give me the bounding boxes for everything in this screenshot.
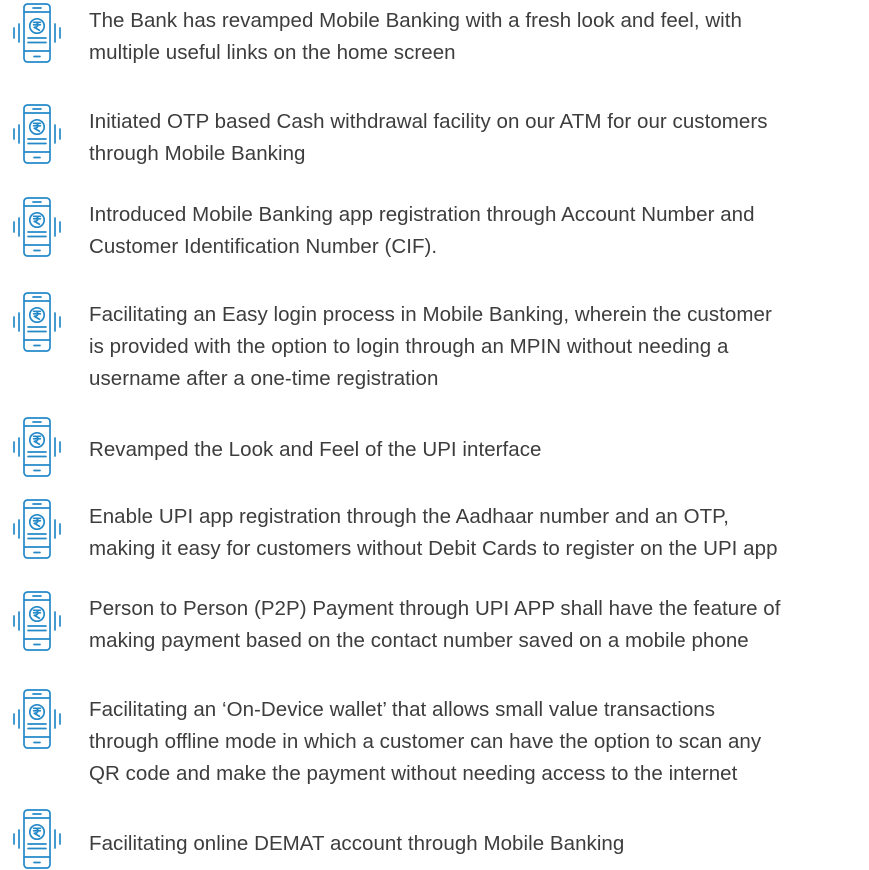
feature-text-line: making it easy for customers without Deb…	[89, 537, 778, 560]
feature-text-line: Facilitating an ‘On-Device wallet’ that …	[89, 698, 716, 721]
feature-text: Facilitating online DEMAT account throug…	[89, 828, 859, 860]
feature-text-line: multiple useful links on the home screen	[89, 41, 456, 64]
mobile-banking-rupee-icon	[10, 103, 64, 165]
feature-text-line: Enable UPI app registration through the …	[89, 505, 729, 528]
feature-text: Revamped the Look and Feel of the UPI in…	[89, 434, 859, 466]
feature-text-line: Introduced Mobile Banking app registrati…	[89, 203, 755, 226]
feature-text: Facilitating an ‘On-Device wallet’ that …	[89, 694, 859, 790]
mobile-banking-rupee-icon	[10, 498, 64, 560]
feature-text: The Bank has revamped Mobile Banking wit…	[89, 5, 859, 69]
mobile-banking-rupee-icon	[10, 590, 64, 652]
feature-text-line: Customer Identification Number (CIF).	[89, 235, 438, 258]
feature-text: Enable UPI app registration through the …	[89, 501, 859, 565]
feature-text: Initiated OTP based Cash withdrawal faci…	[89, 106, 859, 170]
feature-text-line: username after a one-time registration	[89, 367, 439, 390]
mobile-banking-rupee-icon	[10, 416, 64, 478]
feature-list: The Bank has revamped Mobile Banking wit…	[0, 0, 869, 869]
mobile-banking-rupee-icon	[10, 291, 64, 353]
mobile-banking-rupee-icon	[10, 2, 64, 64]
feature-text-line: Facilitating online DEMAT account throug…	[89, 832, 625, 855]
feature-text-line: making payment based on the contact numb…	[89, 629, 749, 652]
feature-text-line: Revamped the Look and Feel of the UPI in…	[89, 438, 542, 461]
mobile-banking-rupee-icon	[10, 808, 64, 870]
mobile-banking-rupee-icon	[10, 196, 64, 258]
feature-text-line: QR code and make the payment without nee…	[89, 762, 738, 785]
feature-text-line: through Mobile Banking	[89, 142, 306, 165]
feature-text-line: Initiated OTP based Cash withdrawal faci…	[89, 110, 768, 133]
feature-text: Facilitating an Easy login process in Mo…	[89, 299, 859, 395]
feature-text-line: Person to Person (P2P) Payment through U…	[89, 597, 781, 620]
feature-text-line: The Bank has revamped Mobile Banking wit…	[89, 9, 742, 32]
mobile-banking-rupee-icon	[10, 688, 64, 750]
feature-text: Person to Person (P2P) Payment through U…	[89, 593, 859, 657]
feature-text: Introduced Mobile Banking app registrati…	[89, 199, 859, 263]
feature-text-line: Facilitating an Easy login process in Mo…	[89, 303, 772, 326]
feature-text-line: is provided with the option to login thr…	[89, 335, 729, 358]
feature-text-line: through offline mode in which a customer…	[89, 730, 762, 753]
